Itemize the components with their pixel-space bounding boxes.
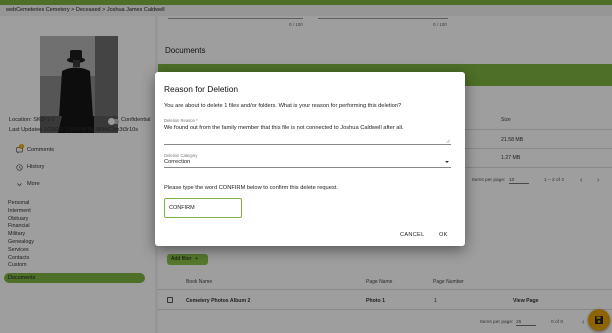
confirm-instruction: Please type the word CONFIRM below to co…: [164, 185, 338, 191]
category-underline: [164, 167, 451, 168]
deletion-dialog: Reason for Deletion You are about to del…: [155, 72, 465, 246]
ok-button[interactable]: OK: [439, 232, 448, 238]
cancel-button[interactable]: CANCEL: [400, 232, 425, 238]
dialog-title: Reason for Deletion: [164, 84, 239, 94]
confirm-input[interactable]: [164, 198, 242, 218]
category-label: Deletion Category: [164, 153, 198, 158]
dropdown-arrow-icon[interactable]: [445, 161, 449, 163]
reason-textarea[interactable]: We found out from the family member that…: [164, 125, 404, 131]
category-select[interactable]: Correction: [164, 159, 190, 165]
resize-handle-icon[interactable]: [446, 139, 450, 143]
reason-label: Deletion Reason *: [164, 118, 198, 123]
dialog-intro: You are about to delete 1 files and/or f…: [164, 103, 402, 109]
reason-underline: [164, 144, 451, 145]
